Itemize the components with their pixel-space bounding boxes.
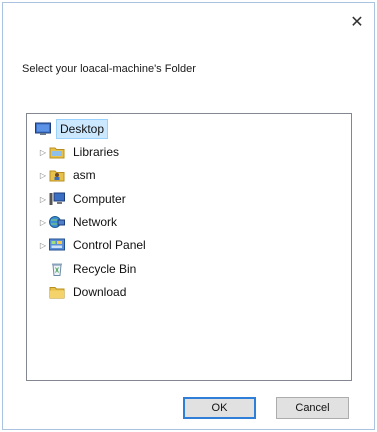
tree-item-label: Computer — [73, 192, 126, 206]
cancel-button[interactable]: Cancel — [276, 397, 349, 419]
tree-item-asm[interactable]: ▷ asm — [39, 164, 99, 186]
expand-arrow-icon[interactable]: ▷ — [39, 148, 47, 157]
network-icon — [49, 215, 65, 229]
tree-item-network[interactable]: ▷ Network — [39, 211, 120, 233]
tree-item-label: Download — [73, 285, 127, 299]
tree-item-label: Desktop — [56, 119, 109, 139]
title-bar: ✕ — [3, 3, 374, 41]
tree-item-recycle-bin[interactable]: Recycle Bin — [49, 258, 139, 280]
folder-icon — [49, 285, 65, 299]
close-icon[interactable]: ✕ — [344, 9, 370, 35]
user-folder-icon — [49, 168, 65, 182]
desktop-icon — [35, 122, 51, 136]
folder-tree[interactable]: Desktop ▷ Libraries ▷ asm ▷ Computer ▷ N… — [26, 113, 352, 381]
tree-item-label: Control Panel — [73, 238, 146, 252]
control-panel-icon — [49, 238, 65, 252]
expand-arrow-icon[interactable]: ▷ — [39, 171, 47, 180]
ok-button[interactable]: OK — [183, 397, 256, 419]
tree-item-download[interactable]: Download — [49, 281, 129, 303]
tree-item-label: asm — [73, 168, 96, 182]
folder-browser-dialog: ✕ Select your loacal-machine's Folder De… — [2, 2, 375, 430]
dialog-button-bar: OK Cancel — [3, 397, 374, 421]
recycle-bin-icon — [49, 262, 65, 276]
computer-icon — [49, 192, 65, 206]
tree-item-desktop[interactable]: Desktop — [35, 118, 109, 140]
expand-arrow-icon[interactable]: ▷ — [39, 241, 47, 250]
tree-item-computer[interactable]: ▷ Computer — [39, 188, 129, 210]
tree-item-label: Network — [73, 215, 118, 229]
libraries-icon — [49, 145, 65, 159]
tree-item-label: Recycle Bin — [73, 262, 137, 276]
tree-item-libraries[interactable]: ▷ Libraries — [39, 141, 122, 163]
dialog-prompt: Select your loacal-machine's Folder — [22, 63, 196, 75]
tree-item-control-panel[interactable]: ▷ Control Panel — [39, 234, 149, 256]
expand-arrow-icon[interactable]: ▷ — [39, 195, 47, 204]
tree-item-label: Libraries — [73, 145, 120, 159]
expand-arrow-icon[interactable]: ▷ — [39, 218, 47, 227]
